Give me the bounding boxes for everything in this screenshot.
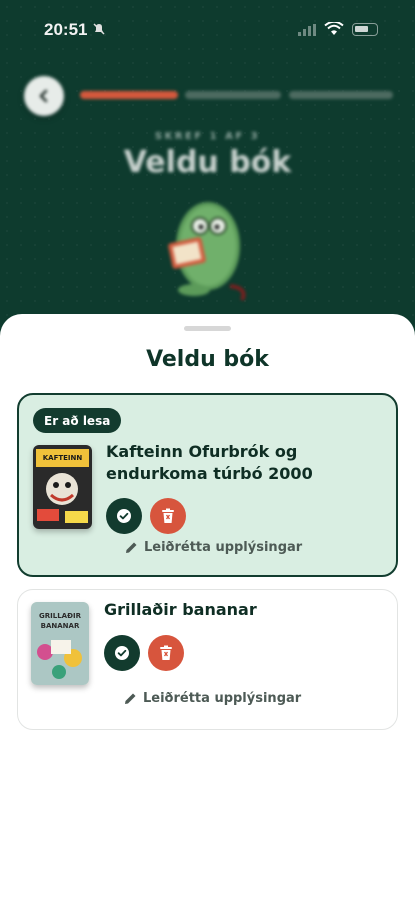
status-time: 20:51 <box>44 20 88 39</box>
edit-info-link[interactable]: Leiðrétta upplýsingar <box>125 540 302 555</box>
check-icon <box>117 509 131 523</box>
delete-book-button[interactable] <box>148 635 184 671</box>
progress-step-3 <box>289 91 393 99</box>
signal-icon <box>298 24 316 36</box>
check-icon <box>115 646 129 660</box>
bottom-sheet: Veldu bók Er að lesa KAFTEINN Kafteinn O… <box>0 314 415 900</box>
edit-info-label: Leiðrétta upplýsingar <box>144 540 303 555</box>
currently-reading-badge: Er að lesa <box>33 408 122 433</box>
background-screen: SKREF 1 AF 3 Veldu bók 20:51 <box>0 0 415 340</box>
sheet-title: Veldu bók <box>146 347 269 372</box>
book-card[interactable]: GRILLAÐIR BANANAR Grillaðir bananar Leið… <box>17 589 398 730</box>
sheet-grabber[interactable] <box>184 326 231 331</box>
progress-step-2 <box>185 91 281 99</box>
page-title: Veldu bók <box>123 145 292 180</box>
trash-icon <box>160 645 172 660</box>
edit-info-label: Leiðrétta upplýsingar <box>143 691 302 706</box>
bell-muted-icon <box>93 23 105 35</box>
reading-mascot-icon <box>168 202 246 301</box>
edit-info-link[interactable]: Leiðrétta upplýsingar <box>124 691 301 706</box>
step-label: SKREF 1 AF 3 <box>154 131 261 142</box>
back-button[interactable] <box>24 76 64 116</box>
select-book-button[interactable] <box>104 635 140 671</box>
delete-book-button[interactable] <box>150 498 186 534</box>
svg-text:BANANAR: BANANAR <box>41 622 80 630</box>
book-title: Grillaðir bananar <box>104 600 257 619</box>
book-card-selected[interactable]: Er að lesa KAFTEINN Kafteinn Ofurbrók og… <box>17 393 398 577</box>
progress-step-1 <box>80 91 178 99</box>
wifi-icon <box>324 22 344 35</box>
battery-icon <box>352 23 378 36</box>
book-title: Kafteinn Ofurbrók og endurkoma túrbó 200… <box>106 442 313 483</box>
book-cover: KAFTEINN <box>33 445 92 529</box>
chevron-left-icon <box>39 89 48 103</box>
book-cover: GRILLAÐIR BANANAR <box>31 602 89 685</box>
pencil-icon <box>126 542 137 553</box>
svg-text:GRILLAÐIR: GRILLAÐIR <box>39 612 82 620</box>
pencil-icon <box>125 693 136 704</box>
select-book-button[interactable] <box>106 498 142 534</box>
status-bar: 20:51 <box>0 0 415 56</box>
trash-icon <box>162 508 174 523</box>
svg-text:KAFTEINN: KAFTEINN <box>43 454 83 462</box>
